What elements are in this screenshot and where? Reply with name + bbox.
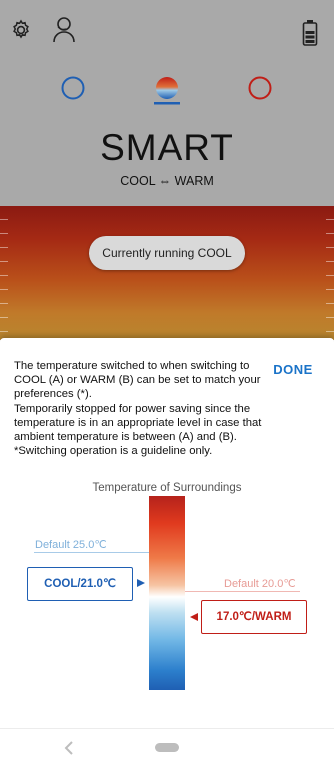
right-scale-ticks — [326, 206, 334, 340]
cool-pointer-icon — [137, 579, 145, 587]
surroundings-label: Temperature of Surroundings — [92, 482, 242, 494]
warm-pointer-icon — [190, 613, 198, 621]
warm-mode-circle-icon[interactable] — [248, 76, 272, 100]
back-chevron-icon[interactable] — [63, 740, 75, 756]
sheet-description: The temperature switched to when switchi… — [14, 360, 262, 458]
done-button[interactable]: DONE — [262, 362, 324, 377]
home-pill[interactable] — [155, 743, 179, 752]
mode-subtitle: COOL ⇔ WARM — [120, 174, 214, 188]
temperature-gradient-band — [0, 206, 334, 340]
gear-icon[interactable] — [9, 18, 33, 42]
person-icon[interactable] — [51, 15, 77, 43]
warm-setting-button[interactable]: 17.0℃/WARM — [201, 600, 307, 634]
system-nav-bar — [0, 728, 334, 769]
cool-setting-button[interactable]: COOL/21.0℃ — [27, 567, 133, 601]
info-bottom-sheet: The temperature switched to when switchi… — [0, 338, 334, 728]
status-pill: Currently running COOL — [89, 236, 245, 270]
battery-icon — [302, 20, 318, 46]
mode-title: SMART — [100, 127, 234, 168]
smart-mode-icon[interactable] — [151, 74, 183, 106]
cool-default-line — [34, 552, 149, 553]
app-background: SMART COOL ⇔ WARM Currently running COOL — [0, 0, 334, 340]
temperature-scale-bar — [149, 496, 185, 690]
left-scale-ticks — [0, 206, 8, 340]
top-bar — [0, 0, 334, 60]
cool-mode-circle-icon[interactable] — [61, 76, 85, 100]
cool-default-label: Default 25.0℃ — [35, 539, 107, 551]
warm-default-line — [185, 591, 300, 592]
warm-default-label: Default 20.0℃ — [224, 578, 296, 590]
